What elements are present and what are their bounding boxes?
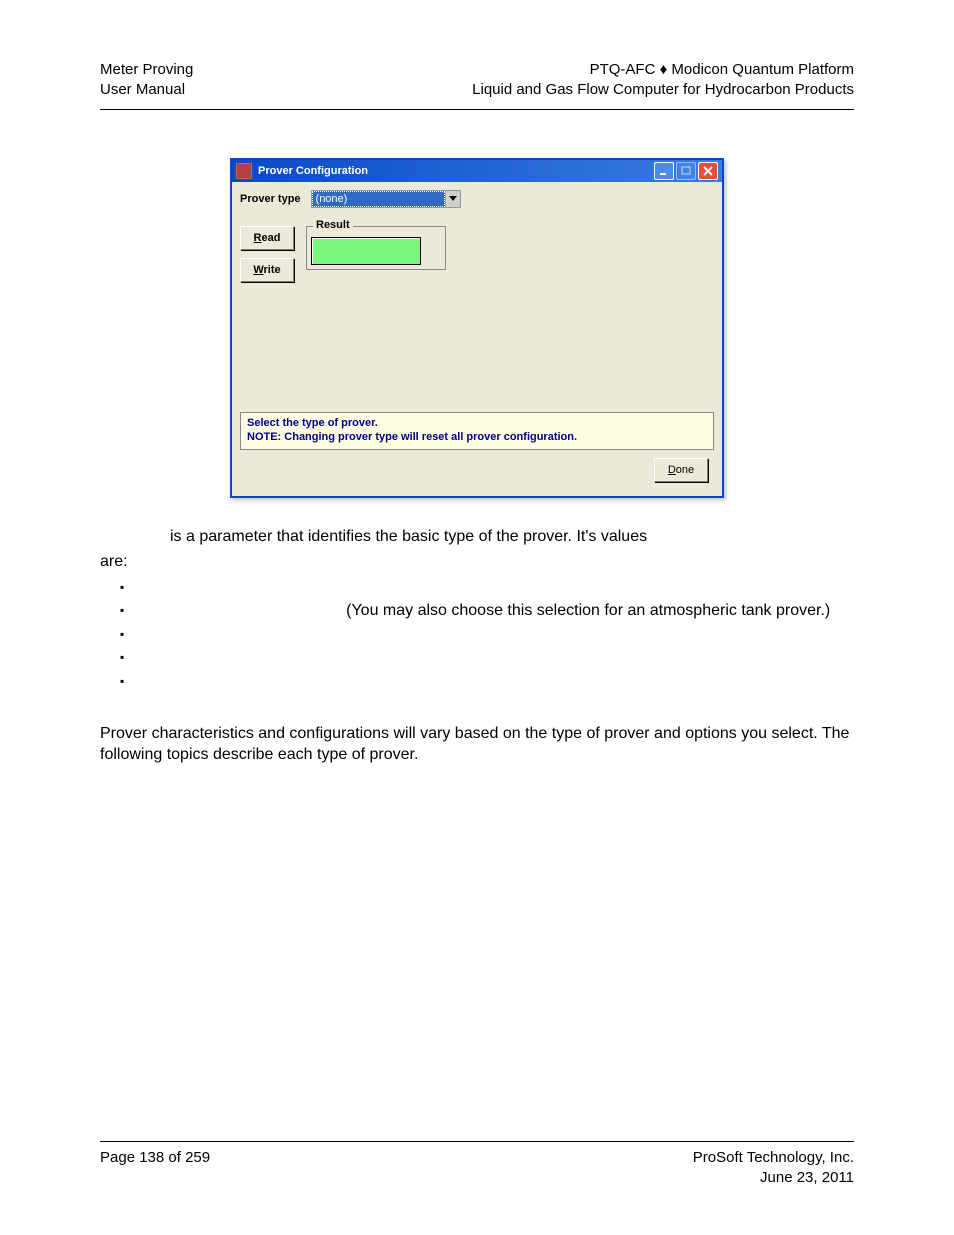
result-group: Result xyxy=(306,226,446,270)
header-right-line2: Liquid and Gas Flow Computer for Hydroca… xyxy=(472,80,854,100)
result-field xyxy=(311,237,421,265)
write-button[interactable]: Write xyxy=(240,258,294,282)
intro-paragraph: is a parameter that identifies the basic… xyxy=(100,526,854,548)
header-right-line1: PTQ-AFC ♦ Modicon Quantum Platform xyxy=(472,60,854,80)
hint-box: Select the type of prover. NOTE: Changin… xyxy=(240,412,714,450)
page-header: Meter Proving User Manual PTQ-AFC ♦ Modi… xyxy=(100,60,854,110)
read-button[interactable]: Read xyxy=(240,226,294,250)
prover-type-list: . placeholder placeholder text(You may a… xyxy=(100,577,854,693)
list-item: . xyxy=(100,624,854,646)
list-item: . xyxy=(100,671,854,693)
titlebar[interactable]: Prover Configuration xyxy=(232,160,722,182)
list-item: placeholder placeholder text(You may als… xyxy=(100,600,854,622)
hint-line1: Select the type of prover. xyxy=(247,417,707,431)
hint-line2: NOTE: Changing prover type will reset al… xyxy=(247,431,707,445)
close-button[interactable] xyxy=(698,162,718,180)
prover-type-dropdown[interactable]: (none) xyxy=(311,190,461,208)
body-text: is a parameter that identifies the basic… xyxy=(100,526,854,766)
footer-date: June 23, 2011 xyxy=(693,1168,854,1188)
done-button[interactable]: Done xyxy=(654,458,708,482)
prover-type-value: (none) xyxy=(312,191,445,207)
prover-config-window: Prover Configuration Prover type xyxy=(230,158,724,498)
footer-page-number: Page 138 of 259 xyxy=(100,1148,210,1187)
window-title: Prover Configuration xyxy=(258,165,654,177)
page-footer: Page 138 of 259 ProSoft Technology, Inc.… xyxy=(100,1141,854,1187)
minimize-button[interactable] xyxy=(654,162,674,180)
header-left-line1: Meter Proving xyxy=(100,60,193,80)
closing-paragraph: Prover characteristics and configuration… xyxy=(100,723,854,766)
intro-paragraph-2: are: xyxy=(100,551,854,573)
header-left-line2: User Manual xyxy=(100,80,193,100)
list-item: . xyxy=(100,647,854,669)
maximize-button xyxy=(676,162,696,180)
app-icon xyxy=(236,163,252,179)
list-item: . xyxy=(100,577,854,599)
result-label: Result xyxy=(313,219,353,231)
footer-company: ProSoft Technology, Inc. xyxy=(693,1148,854,1168)
chevron-down-icon xyxy=(445,191,460,207)
prover-type-label: Prover type xyxy=(240,193,301,205)
